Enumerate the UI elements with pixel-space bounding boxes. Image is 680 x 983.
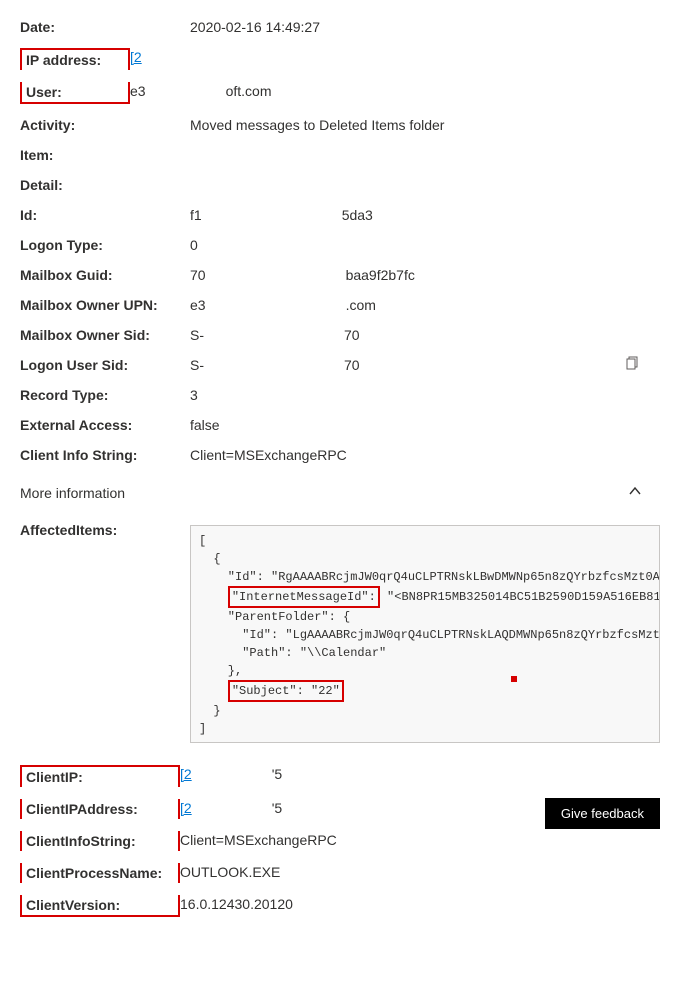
more-info-label: More information: [20, 485, 125, 501]
value-link[interactable]: [2: [180, 766, 192, 782]
field-label: Mailbox Owner Sid:: [20, 326, 190, 344]
copy-icon[interactable]: [626, 356, 640, 370]
field-label: IP address:: [20, 48, 130, 70]
field-value: [2'5: [180, 765, 660, 783]
field-row: Mailbox Owner UPN:e3.com: [20, 290, 660, 320]
field-label: Id:: [20, 206, 190, 224]
more-information-toggle[interactable]: More information: [20, 470, 660, 515]
field-value: S-70: [190, 326, 660, 344]
field-row: User:e3oft.com: [20, 76, 660, 110]
field-label: Mailbox Owner UPN:: [20, 296, 190, 314]
field-row: Mailbox Guid:70baa9f2b7fc: [20, 260, 660, 290]
field-label: Record Type:: [20, 386, 190, 404]
field-label: ClientInfoString:: [20, 831, 180, 851]
field-row: Logon User Sid:S-70: [20, 350, 660, 380]
field-value: e3.com: [190, 296, 660, 314]
field-label: Logon User Sid:: [20, 356, 190, 374]
highlight-internetmessageid: "InternetMessageId":: [228, 586, 380, 608]
field-label: ClientProcessName:: [20, 863, 180, 883]
field-row: Mailbox Owner Sid:S-70: [20, 320, 660, 350]
field-row: Id:f15da3: [20, 200, 660, 230]
field-row: ClientVersion:16.0.12430.20120: [20, 889, 660, 923]
affected-items-label: AffectedItems:: [20, 521, 190, 539]
field-label: Activity:: [20, 116, 190, 134]
annotation-dot: [511, 676, 517, 682]
field-value: false: [190, 416, 660, 434]
field-value: OUTLOOK.EXE: [180, 863, 660, 881]
field-value: Client=MSExchangeRPC: [190, 446, 660, 464]
field-row: Record Type:3: [20, 380, 660, 410]
give-feedback-button[interactable]: Give feedback: [545, 798, 660, 829]
field-label: Logon Type:: [20, 236, 190, 254]
field-label: Date:: [20, 18, 190, 36]
field-value: 0: [190, 236, 660, 254]
value-link[interactable]: [2: [130, 49, 142, 65]
field-value: S-70: [190, 356, 660, 374]
field-value: 2020-02-16 14:49:27: [190, 18, 660, 36]
field-value: Moved messages to Deleted Items folder: [190, 116, 660, 134]
field-row: Item:: [20, 140, 660, 170]
value-link[interactable]: [2: [180, 800, 192, 816]
field-label: User:: [20, 82, 130, 104]
field-label: ClientVersion:: [20, 895, 180, 917]
field-row: Client Info String:Client=MSExchangeRPC: [20, 440, 660, 470]
chevron-up-icon: [628, 484, 642, 501]
field-label: Item:: [20, 146, 190, 164]
field-row: IP address:[2: [20, 42, 660, 76]
field-value: f15da3: [190, 206, 660, 224]
field-row: External Access:false: [20, 410, 660, 440]
field-label: Client Info String:: [20, 446, 190, 464]
field-row: Date:2020-02-16 14:49:27: [20, 12, 660, 42]
affected-items-code[interactable]: [ { "Id": "RgAAAABRcjmJW0qrQ4uCLPTRNskLB…: [190, 525, 660, 743]
field-label: ClientIPAddress:: [20, 799, 180, 819]
field-label: Detail:: [20, 176, 190, 194]
field-label: Mailbox Guid:: [20, 266, 190, 284]
field-value: e3oft.com: [130, 82, 660, 100]
field-value: [2: [130, 48, 660, 66]
affected-items-row: AffectedItems: [ { "Id": "RgAAAABRcjmJW0…: [20, 515, 660, 759]
field-row: ClientIP:[2'5: [20, 759, 660, 793]
field-row: Activity:Moved messages to Deleted Items…: [20, 110, 660, 140]
field-row: Logon Type:0: [20, 230, 660, 260]
field-value: 70baa9f2b7fc: [190, 266, 660, 284]
highlight-subject: "Subject": "22": [228, 680, 344, 702]
field-value: 16.0.12430.20120: [180, 895, 660, 913]
field-value: 3: [190, 386, 660, 404]
field-row: ClientProcessName:OUTLOOK.EXE: [20, 857, 660, 889]
field-row: Detail:: [20, 170, 660, 200]
field-row: ClientInfoString:Client=MSExchangeRPC: [20, 825, 660, 857]
field-value: Client=MSExchangeRPC: [180, 831, 660, 849]
field-label: External Access:: [20, 416, 190, 434]
field-label: ClientIP:: [20, 765, 180, 787]
